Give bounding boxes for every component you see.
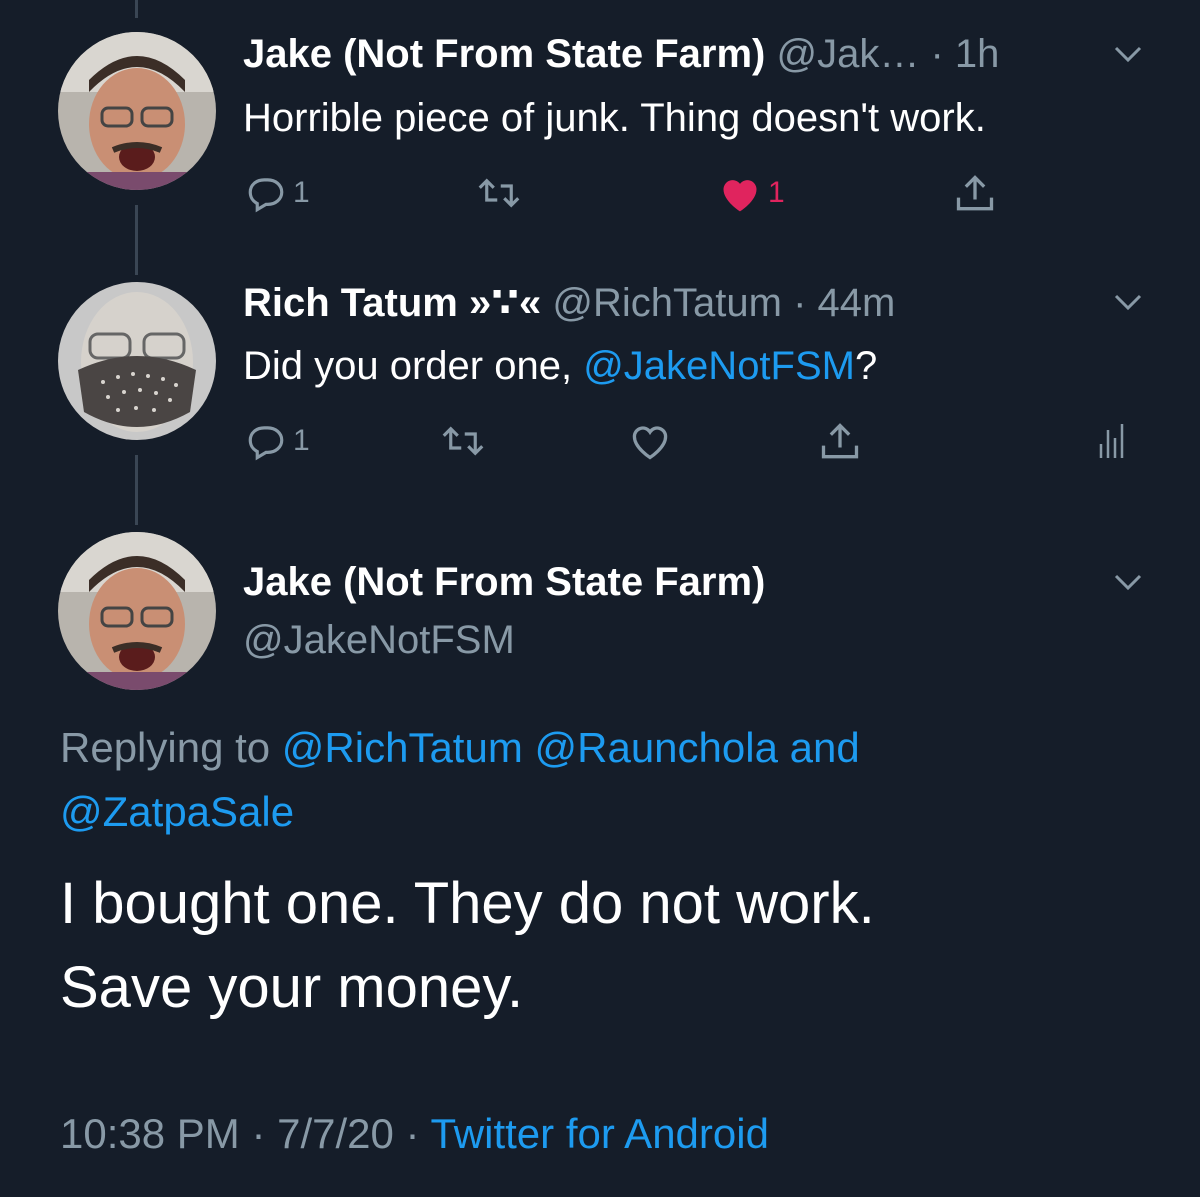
retweet-icon: [476, 172, 522, 214]
mention-link[interactable]: @Raunchola: [535, 724, 778, 771]
tweet-meta: 10:38 PM · 7/7/20 · Twitter for Android: [60, 1110, 769, 1158]
like-icon: [628, 420, 672, 462]
reply-icon: [245, 420, 287, 462]
like-button[interactable]: [628, 420, 672, 462]
chevron-down-icon[interactable]: [1113, 44, 1143, 64]
author-name[interactable]: Jake (Not From State Farm): [243, 32, 765, 76]
thread-line: [135, 455, 138, 525]
avatar[interactable]: [58, 32, 216, 190]
others-link[interactable]: and: [790, 724, 860, 771]
tweet-time[interactable]: 1h: [955, 32, 1000, 76]
share-button[interactable]: [953, 172, 997, 216]
replying-to: Replying to @RichTatum @Raunchola and @Z…: [60, 716, 1060, 844]
tweet-text-line: I bought one. They do not work.: [60, 871, 875, 936]
avatar-photo: [58, 282, 216, 440]
tweet-text-line: Save your money.: [60, 955, 524, 1020]
tweet-header: Rich Tatum »∵« @RichTatum · 44m: [243, 280, 895, 326]
tweet-text-end: ?: [854, 344, 878, 388]
reply-count: 1: [293, 176, 310, 209]
tweet-actions: 1: [243, 420, 1143, 470]
replying-prefix: Replying to: [60, 724, 282, 771]
chevron-down-icon[interactable]: [1113, 572, 1143, 592]
like-button[interactable]: 1: [718, 172, 785, 214]
retweet-button[interactable]: [440, 420, 486, 462]
like-icon: [718, 172, 762, 214]
tweet-time: 10:38 PM: [60, 1110, 240, 1157]
avatar[interactable]: [58, 282, 216, 440]
separator-dot: ·: [239, 1110, 278, 1157]
share-icon: [953, 172, 997, 216]
mention-link[interactable]: @ZatpaSale: [60, 788, 294, 835]
separator-dot: ·: [393, 1110, 431, 1157]
author-name[interactable]: Jake (Not From State Farm): [243, 560, 765, 605]
author-handle[interactable]: @Jak…: [776, 32, 919, 76]
avatar-photo: [58, 32, 216, 190]
tweet-time[interactable]: 44m: [818, 281, 896, 325]
mention-link[interactable]: @JakeNotFSM: [583, 344, 855, 388]
analytics-button[interactable]: [1096, 420, 1126, 460]
avatar[interactable]: [58, 532, 216, 690]
reply-button[interactable]: 1: [245, 420, 310, 462]
avatar-photo: [58, 532, 216, 690]
source-link[interactable]: Twitter for Android: [430, 1110, 768, 1157]
reply-icon: [245, 172, 287, 214]
analytics-icon: [1096, 420, 1126, 460]
tweet-text-start: Did you order one,: [243, 344, 584, 388]
chevron-down-icon[interactable]: [1113, 292, 1143, 312]
separator-dot: ·: [919, 32, 955, 76]
tweet-actions: 1 1: [243, 172, 1043, 222]
retweet-icon: [440, 420, 486, 462]
tweet-text: I bought one. They do not work. Save you…: [60, 862, 875, 1030]
tweet-date: 7/7/20: [277, 1110, 394, 1157]
reply-button[interactable]: 1: [245, 172, 310, 214]
reply-count: 1: [293, 424, 310, 457]
author-name[interactable]: Rich Tatum »∵«: [243, 281, 541, 325]
separator-dot: ·: [781, 281, 818, 325]
mention-link[interactable]: @RichTatum: [282, 724, 523, 771]
tweet-text: Horrible piece of junk. Thing doesn't wo…: [243, 96, 986, 140]
like-count: 1: [768, 176, 785, 209]
share-icon: [818, 420, 862, 464]
share-button[interactable]: [818, 420, 862, 464]
thread-line: [135, 0, 138, 18]
author-handle[interactable]: @JakeNotFSM: [243, 618, 515, 663]
tweet-header: Jake (Not From State Farm) @Jak… · 1h: [243, 32, 999, 77]
author-name-text: Jake (Not From State Farm): [243, 560, 766, 604]
thread-line: [135, 205, 138, 275]
author-handle[interactable]: @RichTatum: [552, 281, 782, 325]
retweet-button[interactable]: [476, 172, 522, 214]
tweet-text: Did you order one, @JakeNotFSM?: [243, 344, 877, 389]
